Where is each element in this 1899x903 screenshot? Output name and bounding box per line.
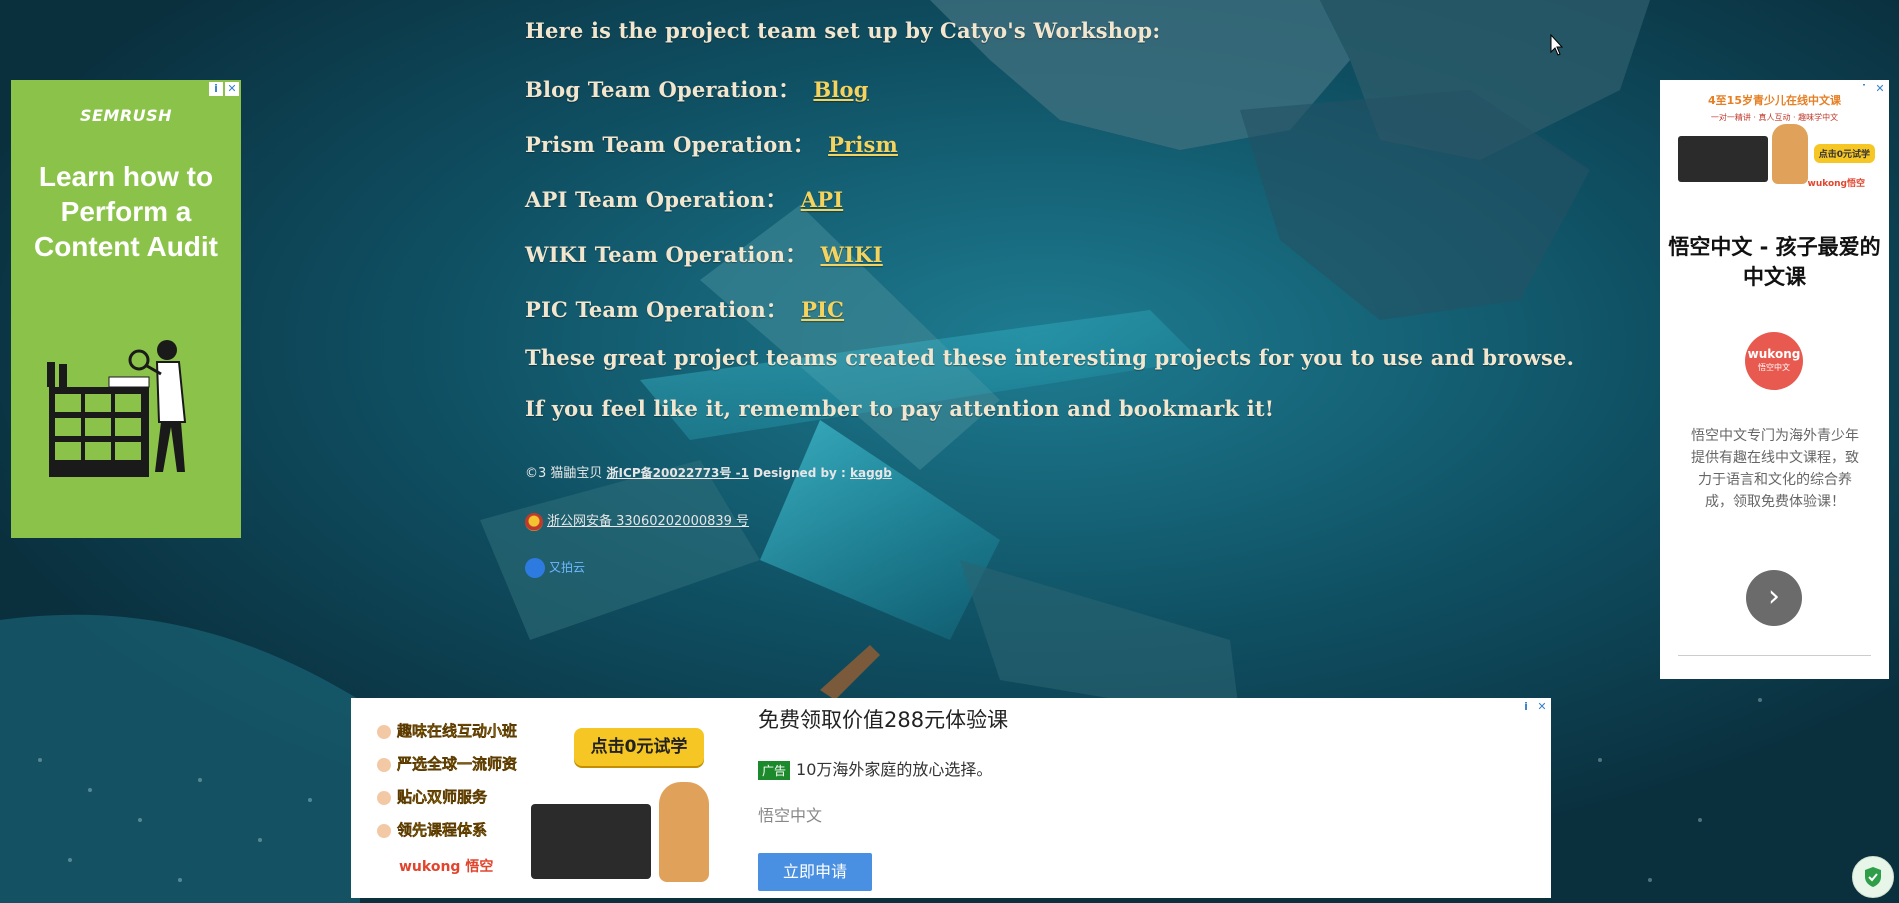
team-row-blog: Blog Team Operation： Blog [525, 74, 869, 104]
team-row-api: API Team Operation： API [525, 184, 843, 214]
ad-controls: i ✕ [209, 82, 239, 96]
team-label: Blog Team Operation： [525, 77, 800, 102]
ad-close-icon[interactable]: ✕ [225, 82, 239, 96]
next-arrow-button[interactable]: › [1746, 570, 1802, 626]
pic-link[interactable]: PIC [801, 297, 844, 322]
ad-brand: 悟空中文 [758, 806, 823, 825]
upyun-link[interactable]: 又拍云 [549, 561, 585, 575]
shield-check-icon [1865, 867, 1881, 887]
police-record-link[interactable]: 浙公网安备 33060202000839 号 [547, 514, 749, 529]
bullet-icon [377, 724, 391, 739]
wukong-logo: wukong 悟空 [399, 859, 494, 875]
security-shield-icon[interactable] [1852, 856, 1894, 898]
ad-tag: 广告 [758, 761, 791, 780]
ad-description: 悟空中文专门为海外青少年提供有趣在线中文课程，致力于语言和文化的综合养成，领取免… [1691, 428, 1859, 510]
designer-link[interactable]: kaggb [850, 466, 892, 480]
team-row-wiki: WIKI Team Operation： WIKI [525, 239, 883, 269]
ad-art: 趣味在线互动小班 严选全球一流师资 贴心双师服务 领先课程体系 点击0元试学 w… [359, 704, 759, 892]
intro-text: Here is the project team set up by Catyo… [525, 18, 1161, 43]
ad-banner-image: 4至15岁青少儿在线中文课 一对一精讲 · 真人互动 · 趣味学中文 点击0元试… [1672, 86, 1877, 196]
feature-item: 贴心双师服务 [377, 786, 487, 807]
team-label: PIC Team Operation： [525, 297, 788, 322]
feature-item: 严选全球一流师资 [377, 753, 517, 774]
outro-text-1: These great project teams created these … [525, 345, 1575, 370]
cloud-line: 又拍云 [525, 558, 585, 578]
designed-label: Designed by : [753, 466, 846, 480]
banner-top-text: 4至15岁青少儿在线中文课 [1708, 94, 1841, 107]
feature-item: 趣味在线互动小班 [377, 720, 517, 741]
ad-headline: Learn how to Perform a Content Audit [33, 161, 219, 262]
team-row-pic: PIC Team Operation： PIC [525, 294, 844, 324]
ad-info-icon[interactable]: i [1519, 700, 1533, 714]
team-row-prism: Prism Team Operation： Prism [525, 129, 898, 159]
banner-tag-text: 一对一精讲 · 真人互动 · 趣味学中文 [1710, 113, 1839, 122]
icp-link[interactable]: 浙ICP备20022773号 -1 [607, 466, 749, 480]
api-link[interactable]: API [801, 187, 844, 212]
feature-item: 领先课程体系 [377, 819, 487, 840]
police-line: 浙公网安备 33060202000839 号 [525, 510, 749, 531]
wukong-bottom-ad[interactable]: i ✕ 趣味在线互动小班 严选全球一流师资 贴心双师服务 领先课程体系 点击0元… [351, 698, 1551, 898]
content-audit-illustration-icon [47, 340, 187, 477]
police-badge-icon [525, 512, 543, 531]
team-label: WIKI Team Operation： [525, 242, 807, 267]
upyun-cloud-icon [525, 558, 545, 578]
try-free-button[interactable]: 点击0元试学 [574, 728, 704, 766]
prism-link[interactable]: Prism [828, 132, 898, 157]
copyright-line: ©3 猫鼬宝贝 浙ICP备20022773号 -1 Designed by : … [525, 462, 892, 481]
mouse-cursor-icon [1550, 34, 1564, 56]
monkey-icon [1772, 124, 1808, 184]
banner-try-button: 点击0元试学 [1813, 144, 1875, 163]
bullet-icon [377, 790, 391, 805]
copyright-text: ©3 猫鼬宝贝 [525, 466, 603, 481]
bullet-icon [377, 823, 391, 838]
bullet-icon [377, 757, 391, 772]
banner-brand: wukong悟空 [1807, 179, 1866, 189]
team-label: Prism Team Operation： [525, 132, 815, 157]
ad-close-icon[interactable]: ✕ [1535, 700, 1549, 714]
divider [1678, 655, 1871, 656]
team-label: API Team Operation： [525, 187, 787, 212]
ad-headline: 免费领取价值288元体验课 [758, 708, 1009, 732]
wiki-link[interactable]: WIKI [820, 242, 882, 267]
logo-sub: 悟空中文 [1758, 363, 1790, 372]
semrush-ad[interactable]: i ✕ SEMRUSH Learn how to Perform a Conte… [11, 80, 241, 538]
ad-info-icon[interactable]: i [209, 82, 223, 96]
apply-button[interactable]: 立即申请 [758, 853, 872, 891]
logo-text: wukong [1747, 347, 1801, 361]
laptop-icon [1678, 136, 1768, 182]
wukong-logo-icon: wukong 悟空中文 [1745, 332, 1803, 390]
wukong-side-ad[interactable]: i ✕ 4至15岁青少儿在线中文课 一对一精讲 · 真人互动 · 趣味学中文 点… [1660, 80, 1889, 679]
blog-link[interactable]: Blog [813, 77, 868, 102]
semrush-logo: SEMRUSH [79, 106, 173, 125]
ad-subtitle: 广告 10万海外家庭的放心选择。 [758, 756, 992, 780]
ad-controls: i ✕ [1519, 700, 1549, 714]
monkey-mascot-icon [659, 782, 709, 882]
ad-title: 悟空中文 - 孩子最爱的中文课 [1668, 235, 1881, 289]
laptop-icon [531, 804, 651, 879]
outro-text-2: If you feel like it, remember to pay att… [525, 396, 1275, 421]
